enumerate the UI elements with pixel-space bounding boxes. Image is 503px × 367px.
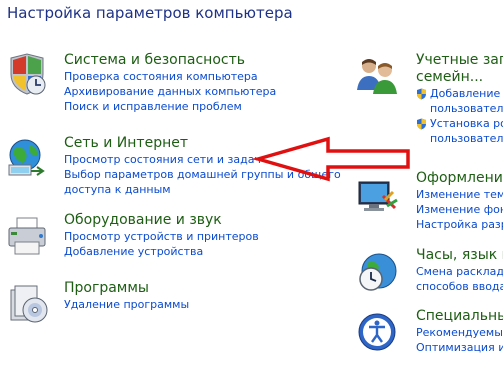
link-add-remove-users[interactable]: Добавление и: [430, 86, 503, 101]
category-clock-language: Часы, язык и Смена расклад способов ввод…: [355, 247, 503, 302]
category-title[interactable]: Программы: [64, 280, 189, 297]
category-hardware-sound: Оборудование и звук Просмотр устройств и…: [0, 212, 320, 272]
clock-globe-icon[interactable]: [355, 249, 399, 293]
link-add-remove-users-cont[interactable]: пользовател: [416, 101, 503, 116]
link-input-methods[interactable]: способов ввода: [416, 279, 503, 294]
link-devices-printers[interactable]: Просмотр устройств и принтеров: [64, 229, 259, 244]
link-homegroup[interactable]: Выбор параметров домашней группы и общег…: [64, 167, 341, 182]
link-screen-resolution[interactable]: Настройка разр: [416, 217, 503, 232]
link-troubleshoot[interactable]: Поиск и исправление проблем: [64, 99, 276, 114]
category-title[interactable]: Специальны: [416, 308, 503, 325]
category-title[interactable]: Часы, язык и: [416, 247, 503, 264]
printer-icon[interactable]: [5, 214, 49, 258]
link-optimize-display[interactable]: Оптимизация из: [416, 340, 503, 355]
category-ease-of-access: Специальны Рекомендуемые Оптимизация из: [355, 308, 503, 367]
appearance-monitor-icon[interactable]: [355, 176, 399, 220]
category-title[interactable]: Система и безопасность: [64, 52, 276, 69]
link-uninstall[interactable]: Удаление программы: [64, 297, 189, 312]
category-title[interactable]: Оборудование и звук: [64, 212, 259, 229]
link-check-status[interactable]: Проверка состояния компьютера: [64, 69, 276, 84]
page-title: Настройка параметров компьютера: [7, 4, 293, 22]
uac-shield-icon: [417, 118, 426, 129]
category-title[interactable]: Сеть и Интернет: [64, 135, 341, 152]
uac-shield-icon: [417, 88, 426, 99]
user-accounts-icon[interactable]: [355, 54, 399, 98]
network-globe-icon[interactable]: [5, 137, 49, 181]
link-row: Добавление и: [416, 86, 503, 101]
category-network-internet: Сеть и Интернет Просмотр состояния сети …: [0, 135, 341, 205]
link-parental-controls-cont[interactable]: пользовател: [416, 131, 503, 146]
link-recommended-settings[interactable]: Рекомендуемые: [416, 325, 503, 340]
programs-disk-icon[interactable]: [5, 282, 49, 326]
category-appearance: Оформление Изменение тем Изменение фон Н…: [355, 170, 503, 240]
link-network-status[interactable]: Просмотр состояния сети и задач: [64, 152, 341, 167]
link-change-theme[interactable]: Изменение тем: [416, 187, 503, 202]
link-add-device[interactable]: Добавление устройства: [64, 244, 259, 259]
link-row: Установка ро: [416, 116, 503, 131]
category-system-security: Система и безопасность Проверка состояни…: [0, 52, 320, 122]
category-title[interactable]: Оформление: [416, 170, 503, 187]
link-keyboard-layout[interactable]: Смена расклад: [416, 264, 503, 279]
security-shield-icon[interactable]: [5, 52, 49, 96]
link-homegroup-cont[interactable]: доступа к данным: [64, 182, 341, 197]
link-change-background[interactable]: Изменение фон: [416, 202, 503, 217]
category-user-accounts: Учетные запи семейн... Добавление и поль…: [355, 52, 503, 147]
control-panel-window: Настройка параметров компьютера Система …: [0, 0, 503, 367]
link-backup[interactable]: Архивирование данных компьютера: [64, 84, 276, 99]
accessibility-icon[interactable]: [355, 310, 399, 354]
category-title-line1[interactable]: Учетные запи: [416, 52, 503, 69]
category-title-line2[interactable]: семейн...: [416, 69, 503, 86]
category-programs: Программы Удаление программы: [0, 280, 320, 335]
link-parental-controls[interactable]: Установка ро: [430, 116, 503, 131]
